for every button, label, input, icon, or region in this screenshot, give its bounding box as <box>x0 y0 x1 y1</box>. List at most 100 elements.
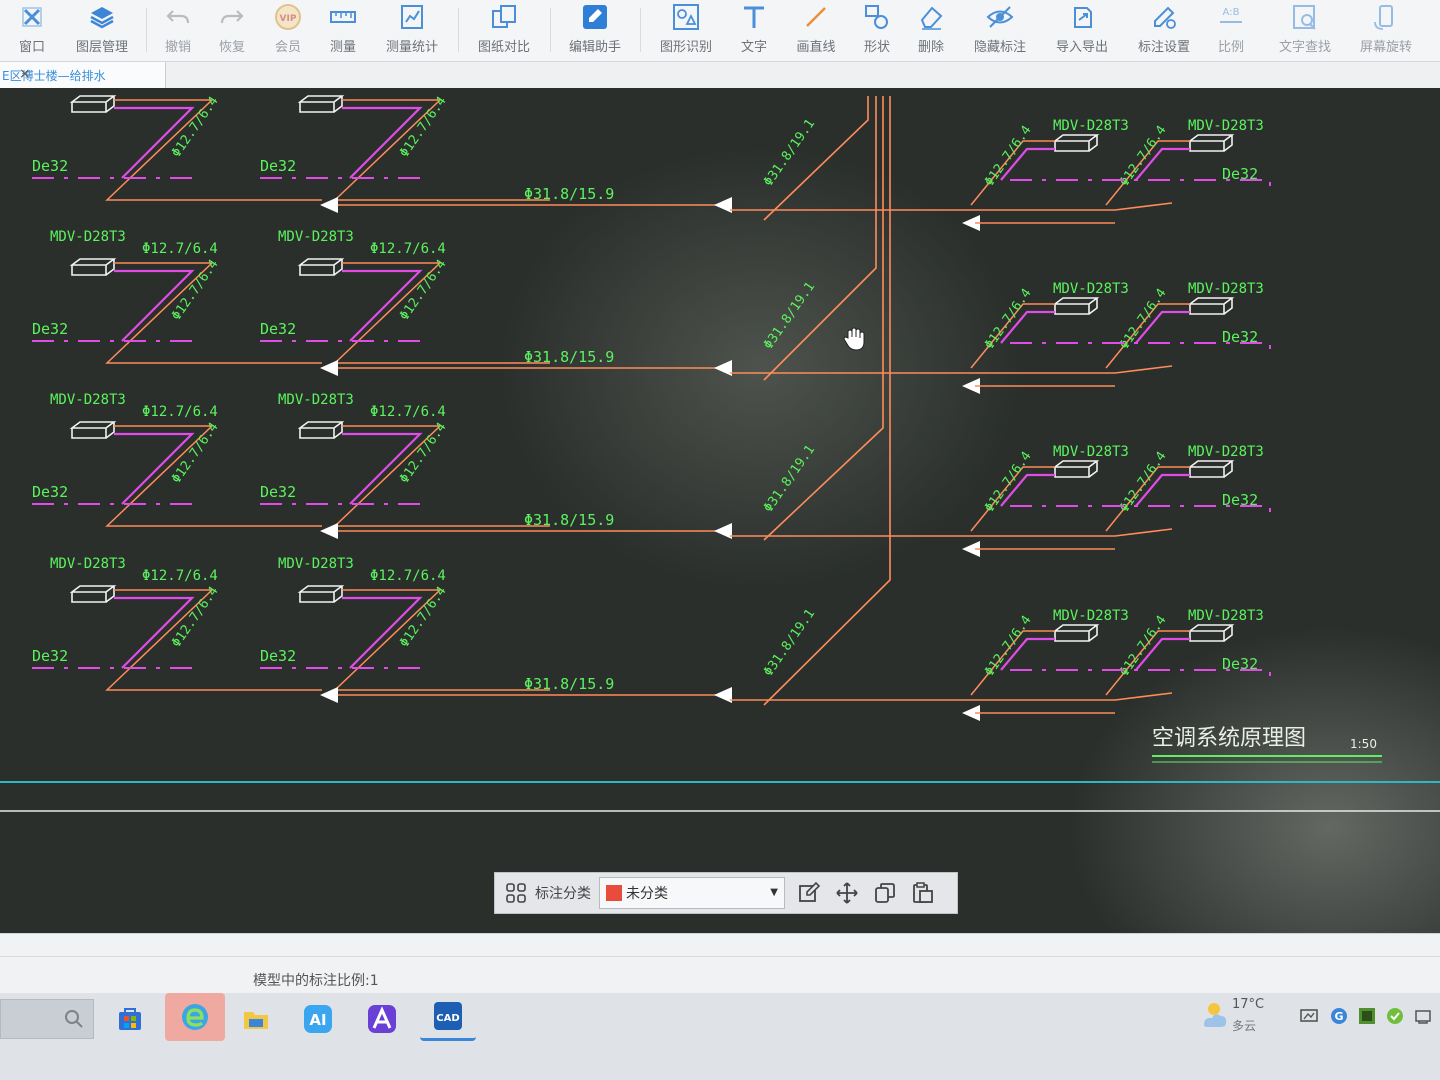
drain-size-label: De32 <box>260 157 296 175</box>
tool-shape[interactable]: 形状 <box>859 2 895 58</box>
tool-shape-recognition[interactable]: 图形识别 <box>654 2 718 58</box>
drain-size-label: De32 <box>260 483 296 501</box>
undo-icon <box>166 10 190 24</box>
taskbar-app-cad[interactable]: CAD <box>420 993 476 1041</box>
annotation-category-select[interactable]: 未分类 ▼ <box>599 877 785 909</box>
branch-pipe-label: Φ12.7/6.4 <box>397 94 450 160</box>
status-bar: 模型中的标注比例:1 <box>0 933 1440 993</box>
tool-annotation-settings[interactable]: 标注设置 <box>1132 2 1196 58</box>
tool-scale[interactable]: A:B 比例 <box>1213 2 1249 58</box>
refrigerant-pipe <box>105 589 322 691</box>
indoor-unit-symbol <box>297 421 345 439</box>
taskbar-app-edge[interactable] <box>165 993 225 1041</box>
toolbar-divider <box>640 8 641 52</box>
tool-label: 撤销 <box>164 40 191 55</box>
category-color-swatch <box>606 885 622 901</box>
tool-measure[interactable]: 测量 <box>325 2 361 58</box>
tool-label: 恢复 <box>218 40 245 55</box>
weather-cloud-icon <box>1204 1003 1227 1027</box>
tray-g-icon[interactable]: G <box>1330 1007 1348 1025</box>
cad-drawing[interactable]: 空调系统原理图 1:50 De32Φ12.7/6.4De32Φ12.7/6.4Φ… <box>0 88 1440 933</box>
tool-layers[interactable]: 图层管理 <box>70 2 134 58</box>
tool-edit-assistant[interactable]: 编辑助手 <box>563 2 627 58</box>
tray-network-icon[interactable] <box>1414 1007 1432 1025</box>
tool-line[interactable]: 画直线 <box>791 2 841 58</box>
branch-pipe-label: Φ12.7/6.4 <box>169 257 222 323</box>
flow-arrow <box>320 197 338 213</box>
tool-text-search[interactable]: 文字查找 <box>1273 2 1337 58</box>
taskbar-search-box[interactable] <box>0 999 94 1039</box>
tool-undo[interactable]: 撤销 <box>160 2 196 58</box>
weather-condition: 多云 <box>1232 1019 1257 1033</box>
copy-icon <box>875 883 895 903</box>
tool-label: 测量统计 <box>385 40 438 55</box>
flow-arrow <box>320 523 338 539</box>
indoor-unit-symbol <box>1187 297 1235 315</box>
drain-size-label: De32 <box>1222 328 1258 346</box>
indoor-unit-symbol <box>69 421 117 439</box>
flow-arrow <box>714 687 732 703</box>
tool-label: 隐藏标注 <box>973 40 1026 55</box>
taskbar-app-autodesk[interactable] <box>362 999 402 1039</box>
taskbar-app-store[interactable] <box>110 999 150 1039</box>
tool-compare[interactable]: 图纸对比 <box>472 2 536 58</box>
edit-icon <box>799 881 821 902</box>
drain-size-label: De32 <box>260 320 296 338</box>
branch-pipe-label: Φ12.7/6.4 <box>370 241 446 257</box>
layers-icon <box>90 7 114 29</box>
taskbar-app-ai[interactable]: AI <box>298 999 338 1039</box>
tool-label: 导入导出 <box>1055 40 1108 55</box>
tool-vip[interactable]: VIP 会员 <box>270 2 306 58</box>
tray-display-icon[interactable] <box>1300 1007 1318 1025</box>
line-icon <box>806 7 826 27</box>
taskbar-app-explorer[interactable] <box>236 999 276 1039</box>
tray-security-icon[interactable] <box>1386 1007 1404 1025</box>
os-taskbar: AI CAD 17°C 多云 G <box>0 993 1440 1080</box>
svg-text:A:B: A:B <box>1223 7 1240 18</box>
tool-window[interactable]: 窗口 <box>12 2 52 58</box>
tray-nvidia-icon[interactable] <box>1358 1007 1376 1025</box>
drawing-canvas[interactable]: 空调系统原理图 1:50 De32 Φ12.7/6.4 De32 Φ12.7/6.4 Φ… <box>0 88 1440 933</box>
tool-hide-annotation[interactable]: 隐藏标注 <box>968 2 1032 58</box>
tool-label: 画直线 <box>796 40 836 55</box>
drain-size-label: De32 <box>1222 655 1258 673</box>
move-annotation-button[interactable] <box>833 879 861 907</box>
tool-label: 图形识别 <box>659 40 712 55</box>
tool-measure-stats[interactable]: 测量统计 <box>380 2 444 58</box>
indoor-unit-symbol <box>297 585 345 603</box>
tool-redo[interactable]: 恢复 <box>214 2 250 58</box>
tool-import-export[interactable]: 导入导出 <box>1050 2 1114 58</box>
main-pipe-label: Φ31.8/15.9 <box>524 511 614 529</box>
compare-icon <box>492 5 516 28</box>
indoor-unit-symbol <box>297 258 345 276</box>
refrigerant-pipe <box>333 99 550 201</box>
unit-model-label: MDV-D28T3 <box>1053 608 1129 624</box>
close-icon[interactable]: × <box>19 66 157 82</box>
svg-text:CAD: CAD <box>436 1013 459 1024</box>
branch-pipe-label: Φ12.7/6.4 <box>169 420 222 486</box>
document-tab[interactable]: E区博士楼—给排水 × <box>0 62 166 88</box>
tool-text[interactable]: 文字 <box>736 2 772 58</box>
indoor-unit-symbol <box>1052 624 1100 642</box>
drawing-scale: 1:50 <box>1350 737 1377 751</box>
measure-stats-icon <box>401 5 423 29</box>
edit-annotation-button[interactable] <box>795 879 823 907</box>
paste-annotation-button[interactable] <box>909 879 937 907</box>
unit-model-label: MDV-D28T3 <box>1053 281 1129 297</box>
drain-size-label: De32 <box>32 320 68 338</box>
branch-pipe-label: Φ12.7/6.4 <box>397 584 450 650</box>
import-export-icon <box>1074 7 1092 28</box>
grid-icon <box>506 883 526 903</box>
branch-pipe-label: Φ12.7/6.4 <box>169 584 222 650</box>
autodesk-icon <box>368 1005 396 1033</box>
screen-rotate-icon <box>1374 5 1393 30</box>
toolbar-divider <box>550 8 551 52</box>
ruler-icon <box>330 11 356 23</box>
shape-recognition-icon <box>673 4 699 30</box>
vip-icon: VIP <box>275 4 301 30</box>
drain-size-label: De32 <box>32 647 68 665</box>
tool-screen-rotate[interactable]: 屏幕旋转 <box>1354 2 1418 58</box>
tool-delete[interactable]: 删除 <box>913 2 949 58</box>
edge-icon <box>182 1004 208 1030</box>
copy-annotation-button[interactable] <box>871 879 899 907</box>
